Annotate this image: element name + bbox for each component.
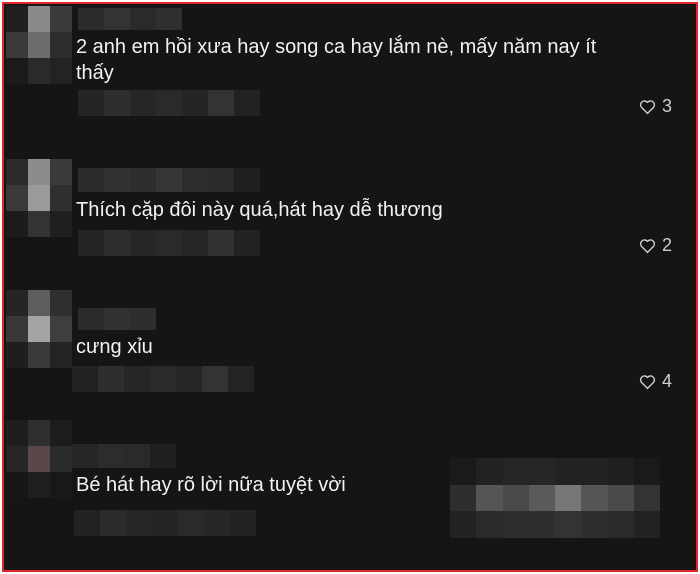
username-redacted[interactable] <box>72 444 176 468</box>
comment-meta-redacted <box>74 510 256 536</box>
comment-meta-redacted <box>72 366 254 392</box>
avatar[interactable] <box>6 420 72 500</box>
comments-panel: 2 anh em hồi xưa hay song ca hay lắm nè,… <box>2 2 698 572</box>
like-button[interactable]: 4 <box>639 371 672 392</box>
username-redacted[interactable] <box>78 168 260 192</box>
avatar[interactable] <box>6 159 72 239</box>
comment-text: 2 anh em hồi xưa hay song ca hay lắm nè,… <box>76 36 597 84</box>
like-button[interactable]: 2 <box>639 235 672 256</box>
avatar[interactable] <box>6 6 72 86</box>
heart-outline-icon <box>639 238 656 253</box>
avatar[interactable] <box>6 290 72 370</box>
heart-outline-icon <box>639 374 656 389</box>
like-count: 2 <box>661 235 672 255</box>
heart-outline-icon <box>639 99 656 114</box>
like-count: 4 <box>661 371 672 391</box>
like-count: 3 <box>661 96 672 116</box>
username-redacted[interactable] <box>78 308 156 330</box>
comment-text: Thích cặp đôi này quá,hát hay dễ thương <box>76 199 443 221</box>
like-button[interactable]: 3 <box>639 96 672 117</box>
redacted-image <box>450 458 660 538</box>
comment-meta-redacted <box>78 230 260 256</box>
comment-text: cưng xỉu <box>76 336 153 358</box>
comment-meta-redacted <box>78 90 260 116</box>
username-redacted[interactable] <box>78 8 182 30</box>
